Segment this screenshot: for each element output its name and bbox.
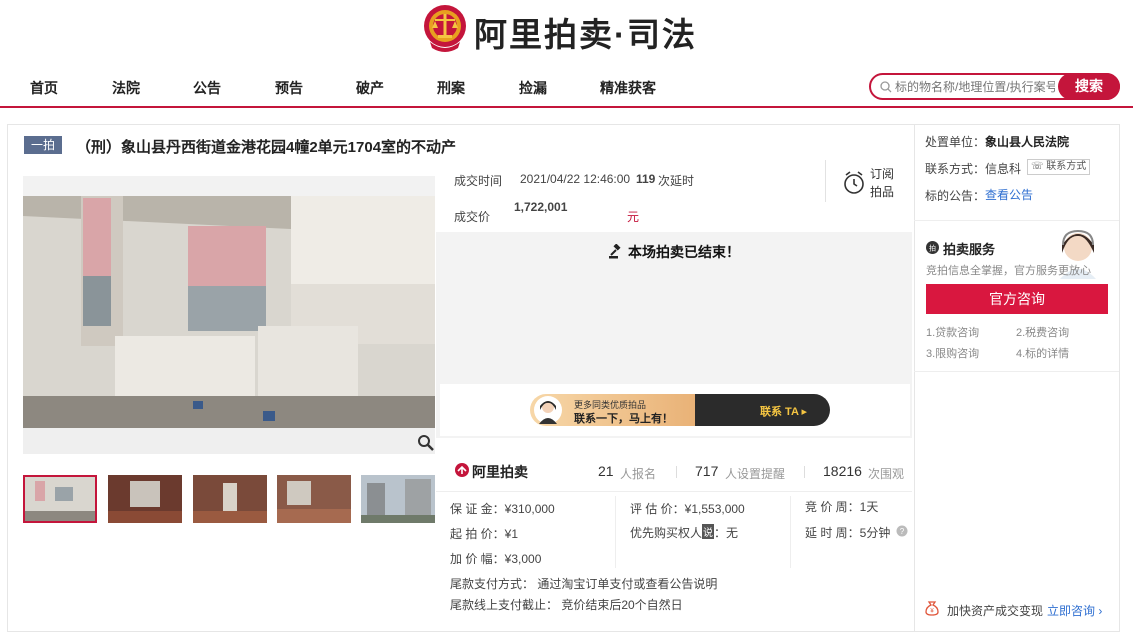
- official-consult-button[interactable]: 官方咨询: [926, 284, 1108, 314]
- thumbnail-5[interactable]: [361, 475, 435, 523]
- search-input[interactable]: [895, 78, 1055, 96]
- divider: [804, 466, 805, 478]
- price-label: 成交价: [454, 210, 491, 224]
- contact-info-button[interactable]: ☏ 联系方式: [1027, 159, 1091, 175]
- nav-item-criminal[interactable]: 刑案: [437, 78, 465, 98]
- tax-consult-link[interactable]: 2.税费咨询: [1016, 324, 1069, 340]
- contact-pill[interactable]: 更多同类优质拍品 联系一下，马上有！ 联系 TA ▸: [530, 394, 830, 426]
- svg-text:拍: 拍: [929, 244, 936, 253]
- priority-value: ：无: [714, 526, 739, 540]
- contact-label: 联系方式：: [925, 162, 986, 176]
- ali-auction-logo-icon: [455, 463, 469, 477]
- thumbnail-1[interactable]: [23, 475, 97, 523]
- agent-avatar: [534, 396, 562, 424]
- final-price: 1,722,001: [514, 200, 568, 214]
- phone-icon: ☏: [1031, 161, 1047, 172]
- stats-bar: 阿里拍卖 21 人报名 717 人设置提醒 18216 次围观: [436, 452, 912, 492]
- unit-label: 处置单位：: [925, 135, 986, 149]
- help-icon[interactable]: ?: [896, 525, 908, 537]
- thumbnail-2[interactable]: [108, 475, 182, 523]
- kitchen-photo: [23, 196, 435, 454]
- nav-item-notice[interactable]: 公告: [193, 78, 221, 98]
- search-button[interactable]: 搜索: [1058, 73, 1120, 100]
- divider: [790, 496, 791, 568]
- nav-item-bankruptcy[interactable]: 破产: [356, 78, 384, 98]
- nav-item-home[interactable]: 首页: [30, 78, 58, 98]
- brand-name: 阿里拍卖·司法: [474, 16, 697, 53]
- reminders-count: 717: [695, 463, 719, 479]
- subscribe-label-2[interactable]: 拍品: [870, 183, 894, 200]
- promo-banner[interactable]: 更多同类优质拍品 联系一下，马上有！ 联系 TA ▸: [440, 384, 910, 436]
- delay-period: 延 时 周：5分钟: [805, 526, 891, 540]
- contact-button[interactable]: 联系 TA ▸: [760, 403, 807, 419]
- divider: [825, 160, 826, 202]
- price-unit: 元: [627, 210, 640, 224]
- unit-value: 象山县人民法院: [985, 135, 1070, 149]
- search-bar: 搜索: [869, 73, 1120, 100]
- subscribe-label[interactable]: 订阅: [870, 165, 894, 182]
- nav-item-bargain[interactable]: 捡漏: [519, 78, 547, 98]
- svg-text:¥: ¥: [930, 609, 934, 615]
- stats-logo-text: 阿里拍卖: [472, 464, 528, 480]
- round-badge: 一拍: [24, 136, 62, 154]
- court-emblem-icon: [424, 5, 466, 52]
- delay-label: 次延时: [658, 174, 695, 188]
- service-subtitle: 竞拍信息全掌握，官方服务更放心: [926, 265, 1091, 277]
- notice-label: 标的公告：: [925, 189, 986, 203]
- zoom-icon[interactable]: [417, 434, 435, 452]
- svg-text:?: ?: [900, 527, 905, 536]
- deal-time-value: 2021/04/22 12:46:00: [520, 172, 631, 186]
- room-thumb: [108, 475, 182, 523]
- item-detail-link[interactable]: 4.标的详情: [1016, 345, 1069, 361]
- site-header: 阿里拍卖·司法: [0, 0, 1133, 60]
- assessed-price: 评 估 价：¥1,553,000: [630, 502, 745, 516]
- room-thumb: [193, 475, 267, 523]
- signups-label: 人报名: [620, 467, 657, 481]
- auction-ended-text: 本场拍卖已结束！: [628, 244, 740, 260]
- gavel-icon: [609, 243, 621, 259]
- priority-label: 优先购买权人: [630, 526, 703, 540]
- signups-count: 21: [598, 463, 614, 479]
- bid-period: 竞 价 周：1天: [805, 500, 879, 514]
- bid-increment: 加 价 幅：¥3,000: [450, 552, 542, 566]
- money-bag-icon: ¥: [925, 601, 939, 616]
- reminders-label: 人设置提醒: [725, 467, 786, 481]
- thumbnail-3[interactable]: [193, 475, 267, 523]
- views-label: 次围观: [868, 467, 905, 481]
- nav-item-precise[interactable]: 精准获客: [600, 78, 656, 98]
- nav-item-court[interactable]: 法院: [112, 78, 140, 98]
- delay-count: 119: [636, 172, 656, 186]
- building-thumb: [361, 475, 435, 523]
- thumbnail-4[interactable]: [277, 475, 351, 523]
- priority-tag[interactable]: 说: [702, 524, 714, 539]
- consult-now-link[interactable]: 立即咨询 ›: [1047, 602, 1102, 619]
- divider: [615, 496, 616, 568]
- promo-line2: 联系一下，马上有！: [574, 413, 673, 425]
- kitchen-thumb: [25, 477, 95, 521]
- contact-info-label: 联系方式: [1046, 161, 1087, 172]
- payment-method: 尾款支付方式： 通过淘宝订单支付或查看公告说明: [450, 577, 718, 591]
- views-count: 18216: [823, 463, 862, 479]
- payment-deadline: 尾款线上支付截止： 竞价结束后20个自然日: [450, 598, 683, 612]
- loan-consult-link[interactable]: 1.贷款咨询: [926, 324, 979, 340]
- view-notice-link[interactable]: 查看公告: [985, 186, 1033, 203]
- purchase-limit-link[interactable]: 3.限购咨询: [926, 345, 979, 361]
- divider: [676, 466, 677, 478]
- headset-icon: 拍: [926, 241, 939, 254]
- start-price: 起 拍 价：¥1: [450, 527, 519, 541]
- main-photo[interactable]: [23, 176, 435, 454]
- auction-ended-notice: 本场拍卖已结束！: [436, 242, 912, 262]
- search-icon: [880, 81, 892, 93]
- item-title: （刑）象山县丹西街道金港花园4幢2单元1704室的不动产: [76, 139, 457, 156]
- service-title: 拍卖服务: [943, 242, 996, 257]
- nav-item-preview[interactable]: 预告: [275, 78, 303, 98]
- contact-value: 信息科: [985, 162, 1022, 176]
- deposit: 保 证 金：¥310,000: [450, 502, 555, 516]
- alarm-clock-icon[interactable]: [842, 170, 866, 196]
- asset-liquidation-text: 加快资产成交变现: [947, 604, 1044, 618]
- deal-time-label: 成交时间: [454, 174, 503, 188]
- room-thumb: [277, 475, 351, 523]
